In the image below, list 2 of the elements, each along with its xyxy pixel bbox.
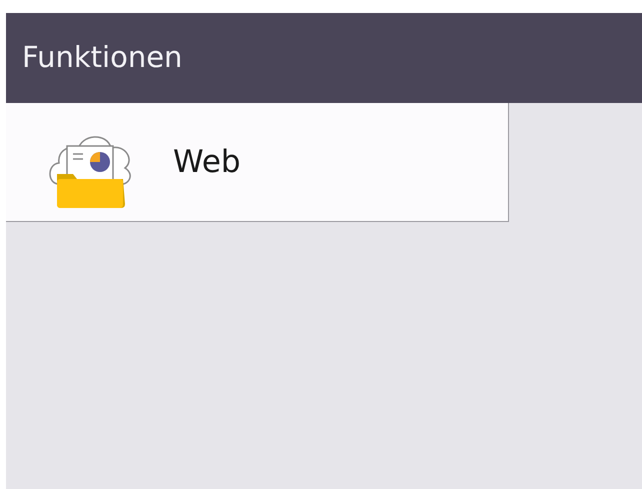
menu-tile[interactable]: Web [6,103,509,222]
screen-title: Funktionen [22,39,182,76]
